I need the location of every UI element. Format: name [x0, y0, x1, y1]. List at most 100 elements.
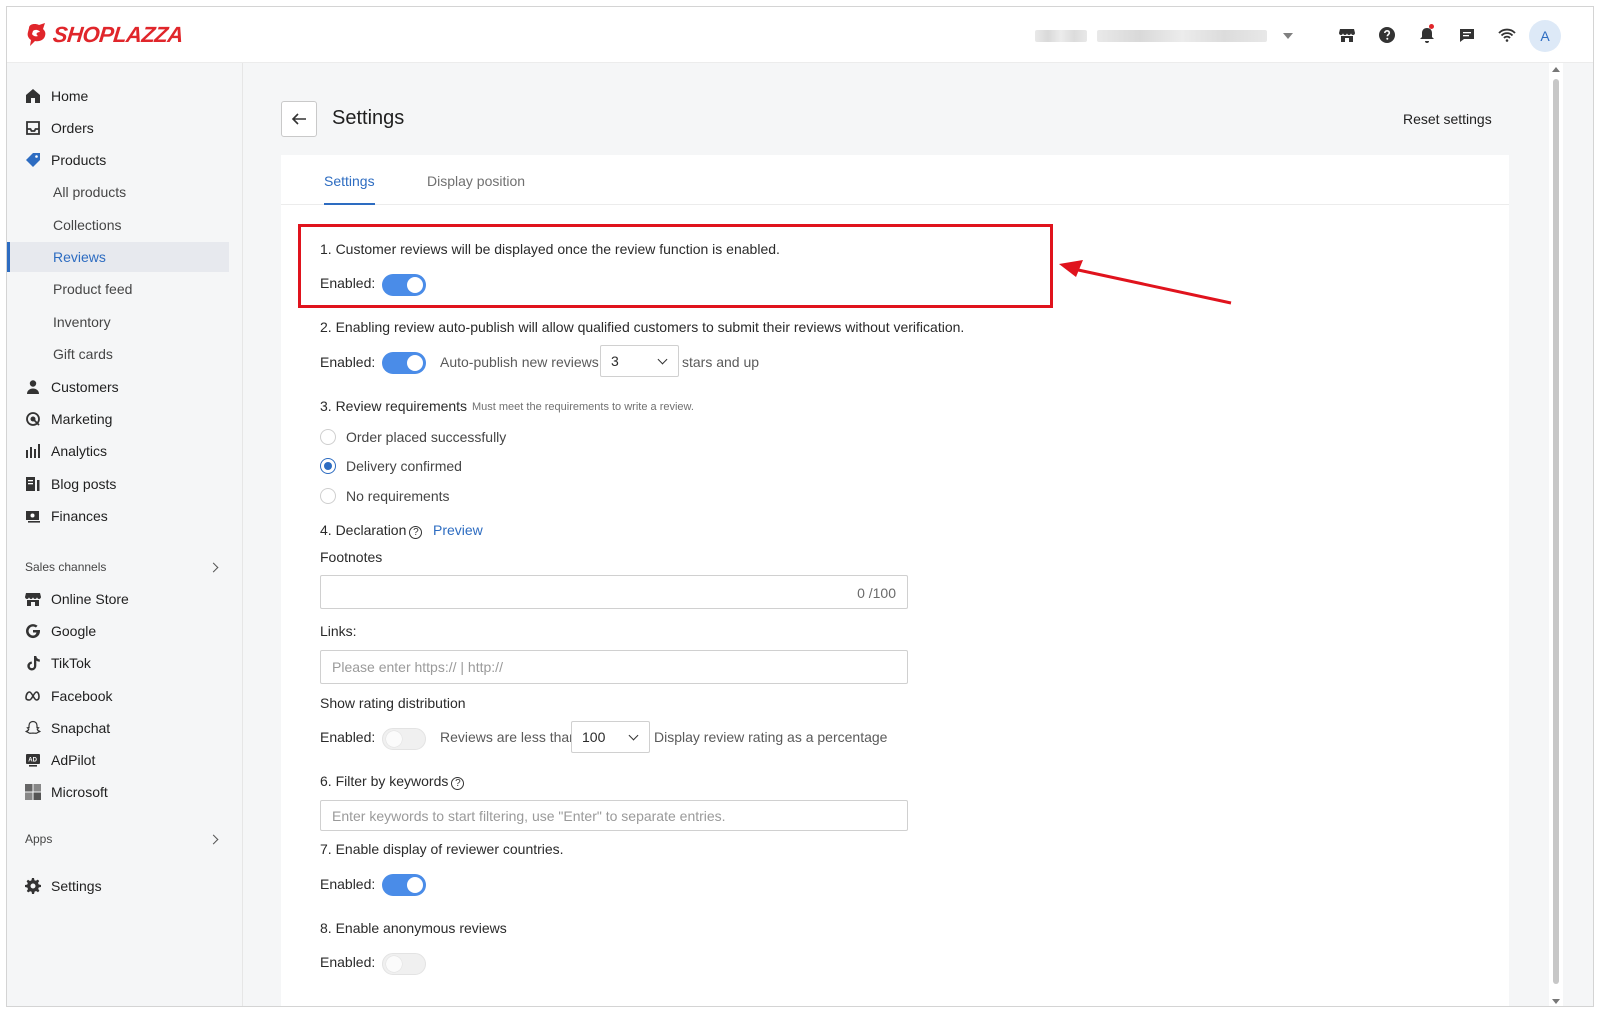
links-placeholder: Please enter https:// | http://	[332, 659, 503, 675]
tag-icon	[25, 152, 41, 168]
marketing-icon	[25, 411, 41, 427]
sidebar-item-adpilot[interactable]: AD AdPilot	[7, 745, 229, 775]
sidebar-item-marketing[interactable]: Marketing	[7, 404, 229, 434]
keywords-input[interactable]: Enter keywords to start filtering, use "…	[320, 800, 908, 831]
help-icon[interactable]: ?	[409, 526, 423, 539]
review-threshold-value: 100	[582, 729, 606, 745]
chevron-right-icon	[208, 562, 219, 572]
store-icon	[25, 591, 41, 607]
sidebar-subitem-collections[interactable]: Collections	[7, 210, 229, 240]
review-threshold-select[interactable]: 100	[571, 721, 650, 753]
shoplazza-logo[interactable]: SHOPLAZZA	[25, 20, 185, 50]
sales-channels-header[interactable]: Sales channels	[25, 557, 221, 577]
setting-7-description: 7. Enable display of reviewer countries.	[320, 841, 564, 857]
footnotes-counter: 0 /100	[857, 585, 896, 601]
anonymous-reviews-toggle[interactable]	[382, 953, 426, 975]
scroll-down-arrow-icon[interactable]	[1552, 999, 1560, 1004]
stars-suffix: stars and up	[682, 354, 760, 370]
radio-label-order-placed[interactable]: Order placed successfully	[346, 429, 506, 445]
home-icon	[25, 88, 41, 104]
scrollbar-thumb[interactable]	[1553, 79, 1559, 984]
sidebar-item-orders[interactable]: Orders	[7, 113, 229, 143]
sidebar-item-label: Blog posts	[51, 476, 117, 492]
scrollbar[interactable]	[1549, 63, 1563, 1006]
radio-order-placed[interactable]	[320, 429, 336, 445]
auto-publish-toggle[interactable]	[382, 352, 426, 374]
radio-delivery-confirmed[interactable]	[320, 458, 336, 474]
sidebar-item-facebook[interactable]: Facebook	[7, 681, 229, 711]
person-icon	[25, 379, 41, 395]
sidebar-item-label: Google	[51, 623, 97, 639]
setting-4-title: 4. Declaration?	[320, 522, 423, 539]
sidebar-item-customers[interactable]: Customers	[7, 372, 229, 402]
help-icon[interactable]	[1367, 21, 1407, 49]
sidebar-item-tiktok[interactable]: TikTok	[7, 648, 229, 678]
scroll-up-arrow-icon[interactable]	[1552, 67, 1560, 72]
toggle-knob	[407, 355, 423, 371]
preview-link[interactable]: Preview	[433, 522, 483, 538]
sidebar-item-home[interactable]: Home	[7, 81, 229, 111]
avatar[interactable]: A	[1529, 20, 1561, 52]
sidebar-item-products[interactable]: Products	[7, 145, 229, 175]
back-button[interactable]	[281, 101, 317, 137]
wifi-icon[interactable]	[1487, 21, 1527, 49]
chevron-down-icon	[657, 354, 668, 365]
store-selector[interactable]	[1035, 28, 1311, 44]
logo-text: SHOPLAZZA	[51, 22, 185, 47]
reset-settings-button[interactable]: Reset settings	[1403, 111, 1492, 127]
toggle-knob	[407, 877, 423, 893]
setting-8-enabled-label: Enabled:	[320, 954, 376, 970]
sidebar-item-analytics[interactable]: Analytics	[7, 436, 229, 466]
rating-distribution-toggle[interactable]	[382, 728, 426, 750]
reviewer-countries-toggle[interactable]	[382, 874, 426, 896]
sidebar-subitem-all-products[interactable]: All products	[7, 177, 229, 207]
sidebar-subitem-product-feed[interactable]: Product feed	[7, 274, 229, 304]
sidebar-item-google[interactable]: Google	[7, 616, 229, 646]
setting-7-enabled-label: Enabled:	[320, 876, 376, 892]
chevron-down-icon	[628, 730, 639, 741]
sidebar-subitem-inventory[interactable]: Inventory	[7, 307, 229, 337]
inbox-icon	[25, 120, 41, 136]
sidebar-subitem-gift-cards[interactable]: Gift cards	[7, 339, 229, 369]
setting-2-description: 2. Enabling review auto-publish will all…	[320, 319, 965, 335]
sidebar: Home Orders Products All products Collec…	[7, 63, 243, 1006]
top-bar: SHOPLAZZA A	[7, 7, 1593, 63]
sidebar-item-label: Analytics	[51, 443, 108, 459]
sidebar-item-label: Settings	[51, 878, 102, 894]
radio-no-requirements[interactable]	[320, 488, 336, 504]
bar-chart-icon	[25, 443, 41, 459]
chat-icon[interactable]	[1447, 21, 1487, 49]
stars-threshold-select[interactable]: 3	[600, 345, 679, 377]
sidebar-item-label: Customers	[51, 379, 119, 395]
store-icon[interactable]	[1327, 21, 1367, 49]
sidebar-item-microsoft[interactable]: Microsoft	[7, 777, 229, 807]
sidebar-item-finances[interactable]: Finances	[7, 501, 229, 531]
sidebar-item-online-store[interactable]: Online Store	[7, 584, 229, 614]
sidebar-subitem-reviews[interactable]: Reviews	[7, 242, 229, 272]
radio-label-no-requirements[interactable]: No requirements	[346, 488, 450, 504]
setting-2-enabled-label: Enabled:	[320, 354, 376, 370]
bell-icon[interactable]	[1407, 21, 1447, 49]
help-icon[interactable]: ?	[451, 777, 465, 790]
sidebar-item-label: Snapchat	[51, 720, 111, 736]
chevron-down-icon	[1283, 33, 1293, 39]
sidebar-item-label: Products	[51, 152, 107, 168]
tab-settings[interactable]: Settings	[324, 173, 375, 205]
apps-header[interactable]: Apps	[25, 829, 221, 849]
blog-icon	[25, 476, 41, 492]
arrow-left-icon	[291, 113, 306, 125]
sidebar-item-snapchat[interactable]: Snapchat	[7, 713, 229, 743]
tab-display-position[interactable]: Display position	[427, 173, 525, 205]
radio-label-delivery-confirmed[interactable]: Delivery confirmed	[346, 458, 462, 474]
sidebar-item-label: Facebook	[51, 688, 113, 704]
setting-5-enabled-label: Enabled:	[320, 729, 376, 745]
links-input[interactable]: Please enter https:// | http://	[320, 650, 908, 684]
gear-icon	[25, 878, 41, 894]
footnotes-input[interactable]: 0 /100	[320, 575, 908, 609]
auto-publish-label: Auto-publish new reviews	[440, 354, 599, 370]
tiktok-icon	[25, 655, 41, 671]
sidebar-item-settings[interactable]: Settings	[7, 871, 229, 901]
adpilot-icon: AD	[25, 752, 41, 768]
sidebar-item-blog-posts[interactable]: Blog posts	[7, 469, 229, 499]
notification-dot	[1429, 24, 1434, 29]
